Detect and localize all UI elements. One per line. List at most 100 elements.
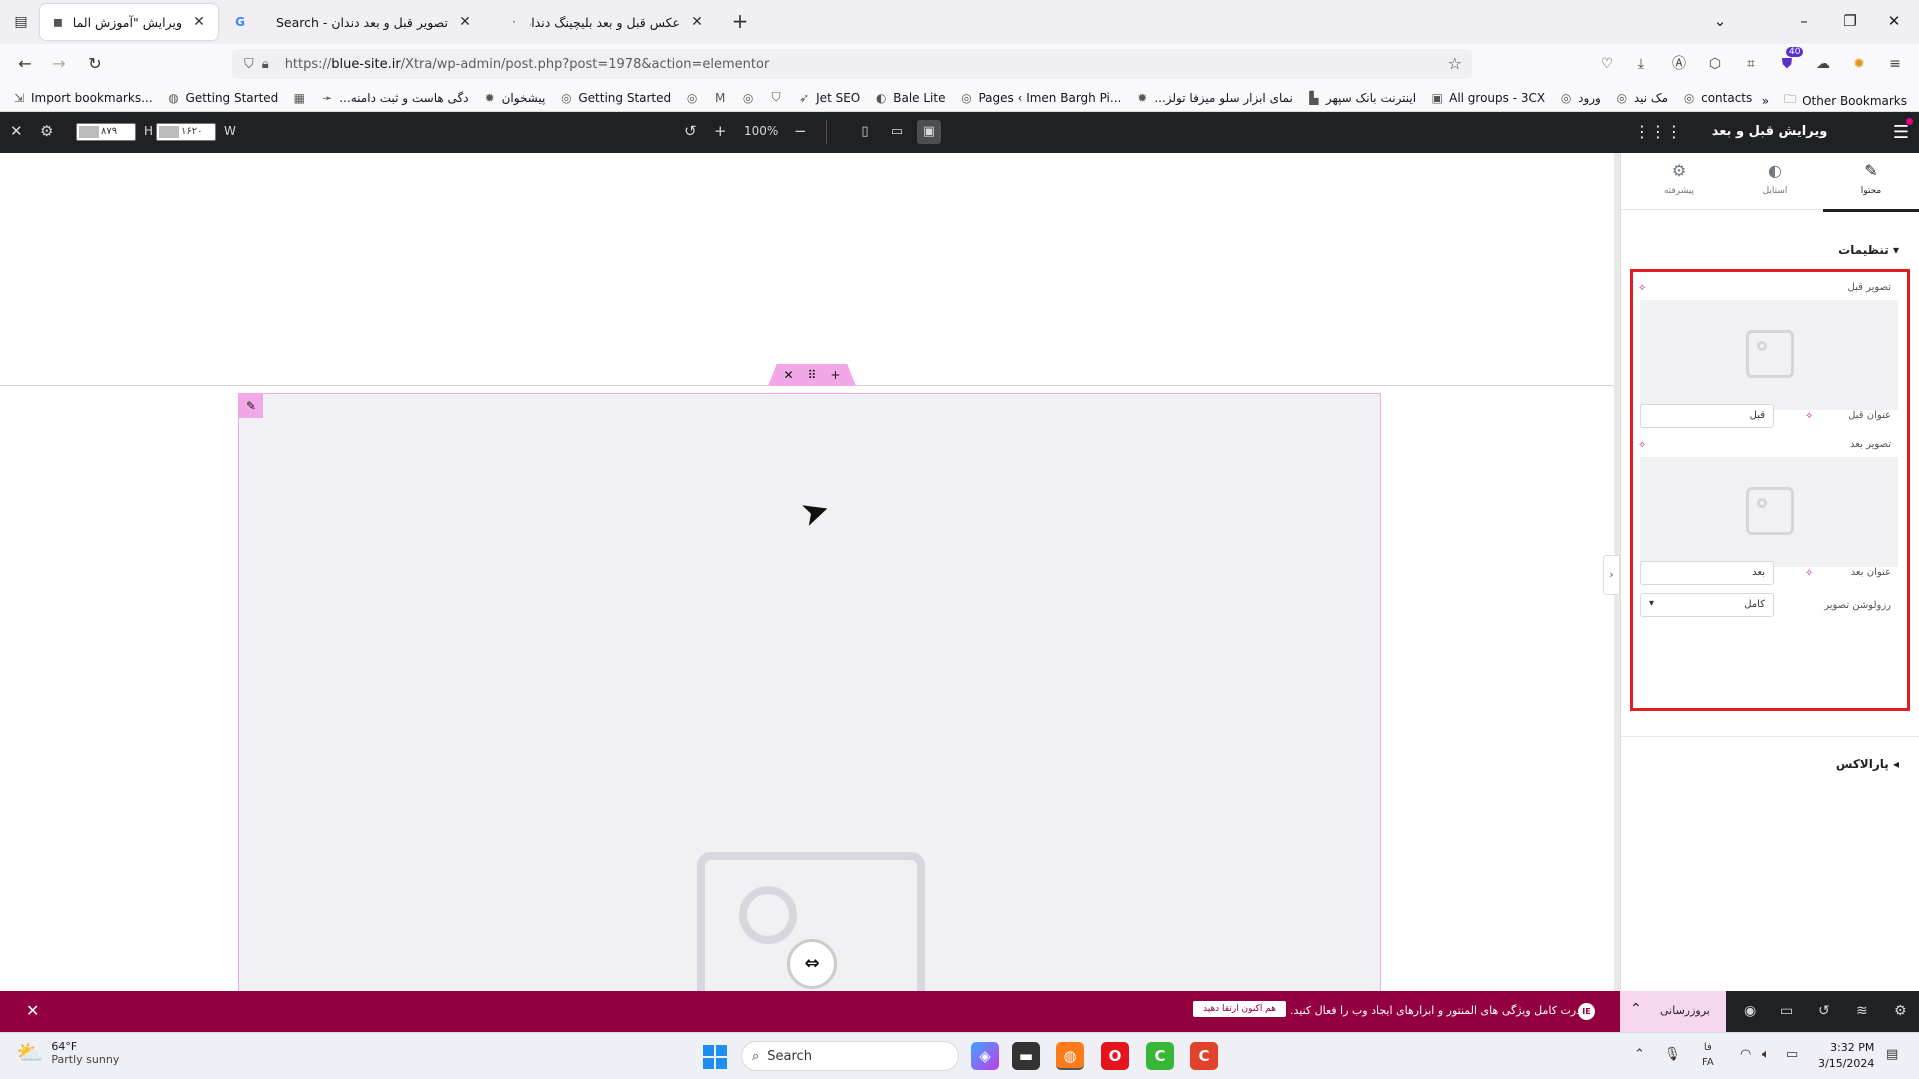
undo-icon[interactable]: ↺	[684, 122, 697, 140]
tab-active[interactable]: ◼ ویرایش "آموزش المان های اکسترا – م ✕	[40, 4, 218, 40]
tab-bleaching[interactable]: · عکس قبل و بعد بلیچینگ دندان ✕	[496, 4, 716, 40]
width-field[interactable]: ۱۶۲۰	[156, 123, 216, 141]
bookmark-star-icon[interactable]: ☆	[1448, 54, 1462, 73]
recorder-icon[interactable]: C	[1190, 1042, 1218, 1070]
upgrade-button[interactable]: هم اکنون ارتقا دهید	[1193, 1001, 1286, 1017]
ai-sparkle-icon[interactable]: ✧	[1805, 568, 1813, 579]
crop-icon[interactable]: ⌗	[1740, 53, 1762, 75]
bookmark-item[interactable]: ✹ ...نمای ابزار سلو میزفا تولز	[1135, 91, 1293, 105]
other-bookmarks[interactable]: 🗀︎ Other Bookmarks	[1783, 90, 1907, 111]
resolution-select[interactable]: کامل ▾	[1640, 593, 1774, 617]
comparison-slider-handle[interactable]: ⇔	[787, 939, 837, 989]
bookmark-item[interactable]: ▣ All groups - 3CX	[1430, 91, 1545, 105]
zoom-out-icon[interactable]: −	[794, 122, 807, 140]
tab-content[interactable]: ✎ محتوا	[1823, 161, 1919, 212]
file-explorer-icon[interactable]: ▬	[1012, 1042, 1040, 1070]
list-tabs-icon[interactable]: ▤	[8, 10, 34, 34]
volume-icon[interactable]: 🔈︎	[1762, 1047, 1770, 1062]
ai-sparkle-icon[interactable]: ✧	[1805, 411, 1813, 422]
collapse-panel-button[interactable]: ›	[1603, 555, 1620, 595]
delete-section-icon[interactable]: ✕	[784, 368, 794, 382]
before-title-input[interactable]: قبل	[1640, 404, 1774, 428]
back-button[interactable]: ←	[12, 51, 38, 77]
bookmark-item[interactable]: ◎ Getting Started	[559, 91, 671, 105]
chevron-up-icon[interactable]: ⌃	[1630, 1001, 1642, 1017]
bookmark-item[interactable]: ◎ ورود	[1559, 91, 1601, 105]
editor-canvas[interactable]: ✕ ⠿ + ✎ ➤ ⇔	[0, 153, 1614, 991]
weather-widget[interactable]: ⛅ 64°F Partly sunny	[16, 1040, 119, 1066]
preview-eye-icon[interactable]: ◉	[1744, 1003, 1756, 1019]
desktop-device-icon[interactable]: ▣	[917, 120, 941, 144]
close-tab-icon[interactable]: ✕	[190, 14, 208, 30]
after-title-input[interactable]: بعد	[1640, 561, 1774, 585]
chevron-down-icon[interactable]: ⌄	[1706, 8, 1734, 34]
bookmark-item[interactable]: ◎ مک نید	[1615, 91, 1669, 105]
close-tab-icon[interactable]: ✕	[688, 14, 706, 30]
mobile-device-icon[interactable]: ▯	[853, 120, 877, 144]
menu-icon[interactable]: ≡	[1884, 53, 1906, 75]
opera-icon[interactable]: O	[1101, 1042, 1129, 1070]
height-field[interactable]: ۸۷۹	[76, 123, 136, 141]
extensions-icon[interactable]: ⬡	[1704, 53, 1726, 75]
before-after-widget[interactable]: ✎ ➤ ⇔	[238, 393, 1381, 991]
parallax-section-toggle[interactable]: ◂ پارالاکس	[1836, 757, 1899, 771]
tablet-device-icon[interactable]: ▭	[885, 120, 909, 144]
ai-sparkle-icon[interactable]: ✧	[1638, 283, 1646, 294]
bookmark-item[interactable]: ◍ Getting Started	[167, 91, 278, 105]
settings-gear-icon[interactable]: ⚙	[1894, 1003, 1907, 1019]
chevron-right-icon[interactable]: »	[1762, 94, 1769, 108]
url-bar[interactable]: ⛉ 🔒︎ https://blue-site.ir/Xtra/wp-admin/…	[232, 49, 1472, 79]
bookmark-item[interactable]: ➛ ...دگی هاست و ثبت دامنه	[320, 91, 468, 105]
battery-icon[interactable]: ▭	[1786, 1047, 1798, 1062]
bookmark-item[interactable]: ◎	[685, 91, 699, 105]
close-icon[interactable]: ✕	[10, 122, 23, 140]
reload-button[interactable]: ↻	[82, 51, 108, 77]
taskbar-search[interactable]: ⌕ Search	[741, 1041, 959, 1071]
gear-extension-icon[interactable]: ✹	[1848, 53, 1870, 75]
wifi-icon[interactable]: ◠	[1740, 1047, 1751, 1062]
firefox-icon[interactable]: ◍	[1056, 1042, 1084, 1070]
bookmark-item[interactable]: ◎ Pages ‹ Imen Bargh Pi...	[959, 91, 1121, 105]
before-image-picker[interactable]	[1640, 300, 1898, 410]
restore-button[interactable]: ❐	[1836, 8, 1864, 34]
windows-start-button[interactable]	[703, 1045, 727, 1069]
navigator-layers-icon[interactable]: ≋	[1856, 1003, 1868, 1019]
bookmark-item[interactable]: ▦	[292, 91, 306, 105]
zoom-in-icon[interactable]: +	[714, 122, 727, 140]
drag-handle-icon[interactable]: ⠿	[808, 368, 817, 382]
edit-widget-icon[interactable]: ✎	[239, 394, 263, 418]
close-window-button[interactable]: ✕	[1880, 8, 1908, 34]
bookmark-item[interactable]: ⛉	[769, 90, 783, 105]
add-section-icon[interactable]: +	[830, 368, 840, 382]
hamburger-menu-icon[interactable]: ☰	[1893, 122, 1909, 143]
language-indicator[interactable]: فا FA	[1702, 1040, 1714, 1070]
bookmark-item[interactable]: ◎ contacts	[1682, 91, 1752, 105]
gear-icon[interactable]: ⚙	[40, 122, 53, 140]
bookmark-item[interactable]: ⇲ Import bookmarks...	[12, 91, 153, 105]
new-tab-button[interactable]: +	[728, 10, 752, 34]
shield-icon[interactable]: ⛉	[244, 57, 254, 72]
bookmark-item[interactable]: ▙ اینترنت بانک سپهر	[1307, 91, 1416, 105]
settings-section-toggle[interactable]: ▾ تنظیمات	[1838, 243, 1899, 257]
pocket-icon[interactable]: ♡	[1596, 53, 1618, 75]
microphone-icon[interactable]: 🎙︎	[1664, 1047, 1681, 1062]
section-handle[interactable]: ✕ ⠿ +	[768, 364, 856, 386]
close-notice-icon[interactable]: ✕	[26, 1001, 39, 1020]
history-icon[interactable]: ↺	[1818, 1003, 1830, 1019]
minimize-button[interactable]: –	[1790, 8, 1818, 34]
update-button[interactable]: ⌃ بروزرسانی	[1620, 991, 1726, 1032]
camtasia-icon[interactable]: C	[1146, 1042, 1174, 1070]
tab-search[interactable]: G تصویر قبل و بعد دندان - Search ✕	[222, 4, 484, 40]
bookmark-item[interactable]: ◐ Bale Lite	[874, 91, 945, 105]
lock-icon[interactable]: 🔒︎	[262, 57, 269, 72]
ai-sparkle-icon[interactable]: ✧	[1638, 440, 1646, 451]
clock[interactable]: 3:32 PM 3/15/2024	[1818, 1040, 1874, 1072]
responsive-icon[interactable]: ▭	[1780, 1003, 1793, 1019]
notifications-icon[interactable]: ▤	[1886, 1047, 1898, 1062]
tray-chevron-up-icon[interactable]: ⌃	[1634, 1047, 1645, 1062]
bookmark-item[interactable]: M	[713, 91, 727, 105]
after-image-picker[interactable]	[1640, 457, 1898, 567]
cloud-icon[interactable]: ☁	[1812, 53, 1834, 75]
account-icon[interactable]: Ⓐ	[1668, 53, 1690, 75]
close-tab-icon[interactable]: ✕	[456, 14, 474, 30]
